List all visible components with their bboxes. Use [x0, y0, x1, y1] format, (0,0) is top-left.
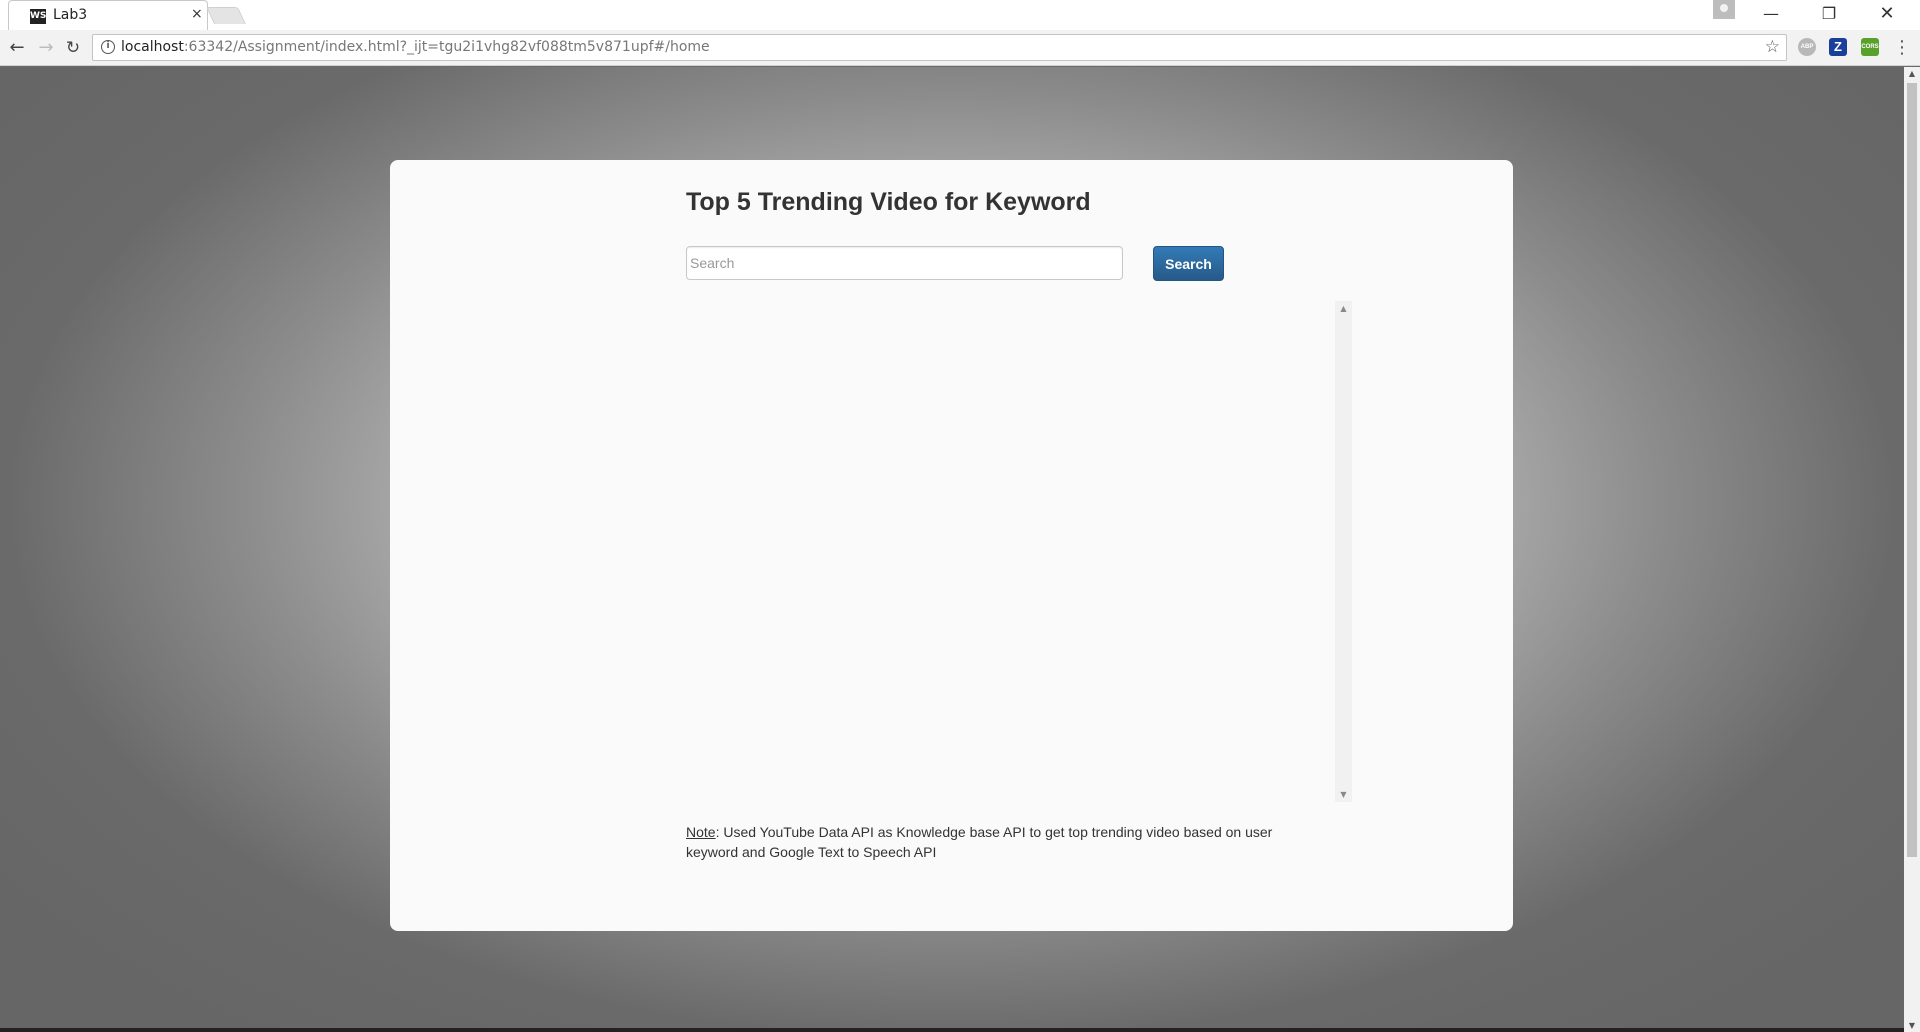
page-scrollbar[interactable]: ▲ ▼ — [1904, 67, 1920, 1032]
bookmark-star-icon[interactable]: ☆ — [1765, 37, 1780, 57]
browser-menu-icon[interactable]: ⋮ — [1893, 37, 1911, 58]
results-panel — [686, 301, 1353, 802]
new-tab-button[interactable] — [206, 7, 246, 24]
results-scrollbar[interactable]: ▲ ▼ — [1335, 301, 1352, 802]
page-title: Top 5 Trending Video for Keyword — [686, 188, 1091, 216]
page-viewport: Top 5 Trending Video for Keyword Search … — [0, 67, 1904, 1032]
cors-extension-icon[interactable]: CORS — [1861, 38, 1879, 56]
close-window-button[interactable]: ✕ — [1864, 0, 1910, 28]
url-path: :63342/Assignment/index.html?_ijt=tgu2i1… — [183, 39, 710, 55]
tab-close-icon[interactable]: × — [191, 6, 203, 22]
info-icon[interactable]: i — [101, 40, 115, 54]
tab-title: Lab3 — [53, 7, 88, 23]
api-note: Note: Used YouTube Data API as Knowledge… — [686, 822, 1306, 862]
forward-arrow-icon[interactable]: → — [34, 36, 58, 60]
webstorm-favicon-icon: WS — [30, 9, 46, 24]
zotero-extension-icon[interactable]: Z — [1829, 38, 1847, 56]
note-label: Note — [686, 824, 716, 840]
minimize-button[interactable]: — — [1748, 0, 1794, 28]
profile-avatar-icon[interactable] — [1713, 0, 1735, 19]
adblock-extension-icon[interactable]: ABP — [1798, 38, 1816, 56]
page-scroll-up-icon[interactable]: ▲ — [1907, 69, 1917, 78]
back-arrow-icon[interactable]: ← — [5, 36, 29, 60]
browser-titlebar: WS Lab3 × — ❐ ✕ — [0, 0, 1920, 30]
address-bar[interactable]: i localhost:63342/Assignment/index.html?… — [92, 34, 1787, 61]
browser-toolbar: ← → ↻ i localhost:63342/Assignment/index… — [0, 30, 1920, 66]
reload-icon[interactable]: ↻ — [61, 36, 85, 60]
note-text: : Used YouTube Data API as Knowledge bas… — [686, 824, 1273, 860]
page-scroll-thumb[interactable] — [1907, 83, 1917, 857]
url-text[interactable]: localhost:63342/Assignment/index.html?_i… — [121, 39, 710, 55]
search-input[interactable] — [686, 246, 1123, 280]
taskbar-edge — [0, 1028, 1904, 1032]
url-host: localhost — [121, 39, 184, 55]
main-card: Top 5 Trending Video for Keyword Search … — [390, 160, 1513, 931]
search-button[interactable]: Search — [1153, 246, 1224, 281]
scroll-down-arrow-icon[interactable]: ▼ — [1339, 790, 1348, 799]
restore-button[interactable]: ❐ — [1806, 0, 1852, 28]
browser-tab[interactable]: WS Lab3 × — [8, 0, 208, 30]
scroll-up-arrow-icon[interactable]: ▲ — [1339, 304, 1348, 313]
page-scroll-down-icon[interactable]: ▼ — [1907, 1021, 1917, 1030]
